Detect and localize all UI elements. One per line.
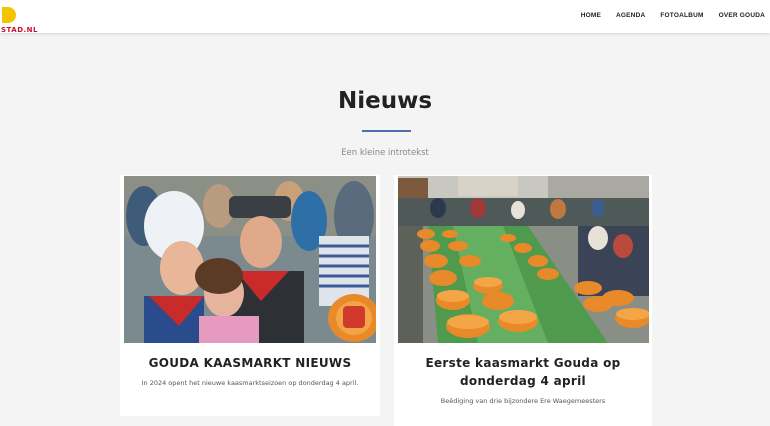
news-card-title[interactable]: Eerste kaasmarkt Gouda op donderdag 4 ap…	[394, 354, 652, 390]
main-menu: HOME AGENDA FOTOALBUM OVER GOUDA	[566, 0, 765, 30]
logo-text: STAD.NL	[1, 26, 38, 34]
news-card-eerste-kaasmarkt[interactable]: Eerste kaasmarkt Gouda op donderdag 4 ap…	[394, 175, 652, 426]
nav-agenda[interactable]: AGENDA	[616, 12, 645, 19]
news-card-excerpt: Beëdiging van drie bijzondere Ere Waegem…	[440, 397, 606, 405]
title-divider	[362, 130, 411, 132]
top-navigation-bar: STAD.NL HOME AGENDA FOTOALBUM OVER GOUDA	[0, 0, 770, 35]
section-title: Nieuws	[337, 88, 433, 114]
section-intro: Een kleine introtekst	[341, 148, 429, 158]
news-card-kaasmarkt-nieuws[interactable]: GOUDA KAASMARKT NIEUWS In 2024 opent het…	[120, 175, 380, 416]
news-card-title[interactable]: GOUDA KAASMARKT NIEUWS	[120, 354, 380, 372]
logo-mark	[2, 7, 16, 23]
site-logo[interactable]: STAD.NL	[0, 7, 40, 35]
nav-over-gouda[interactable]: OVER GOUDA	[719, 12, 765, 19]
news-card-excerpt: In 2024 opent het nieuwe kaasmarktseizoe…	[141, 379, 359, 387]
nav-fotoalbum[interactable]: FOTOALBUM	[660, 12, 703, 19]
news-card-image-cheese-market[interactable]	[398, 176, 649, 343]
nav-home[interactable]: HOME	[581, 12, 601, 19]
news-card-image-people[interactable]	[124, 176, 376, 343]
